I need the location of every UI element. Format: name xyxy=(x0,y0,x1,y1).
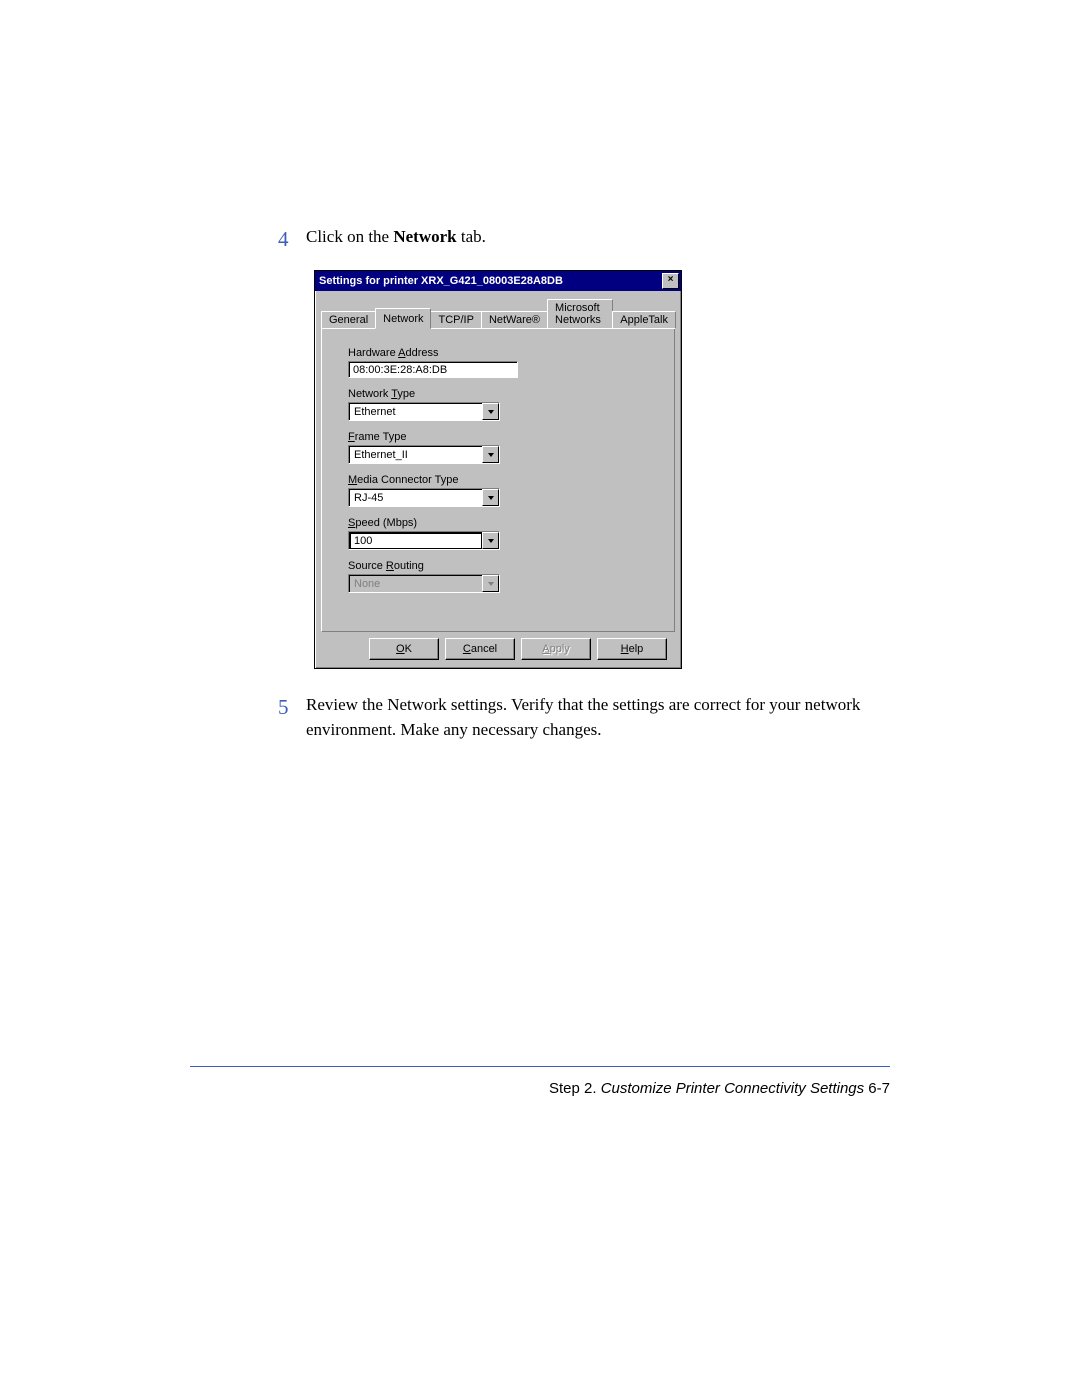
sr-lbl-b: outing xyxy=(394,560,424,572)
speed-label: Speed (Mbps) xyxy=(348,517,658,529)
hw-lbl-b: ddress xyxy=(405,347,438,359)
step4-prefix: Click on the xyxy=(306,227,393,246)
speed-dropdown-button[interactable] xyxy=(482,532,499,549)
media-connector-combo[interactable]: RJ-45 xyxy=(348,488,500,507)
frame-type-dropdown-button[interactable] xyxy=(482,446,499,463)
source-routing-label: Source Routing xyxy=(348,560,658,572)
media-connector-value: RJ-45 xyxy=(349,489,482,506)
settings-dialog: Settings for printer XRX_G421_08003E28A8… xyxy=(314,270,682,669)
tab-strip: General Network TCP/IP NetWare® Microsof… xyxy=(321,297,675,329)
chevron-down-icon xyxy=(488,410,494,414)
chevron-down-icon xyxy=(488,496,494,500)
network-type-group: Network Type Ethernet xyxy=(348,388,658,421)
media-connector-dropdown-button[interactable] xyxy=(482,489,499,506)
cancel-button[interactable]: Cancel xyxy=(445,638,515,660)
network-type-value: Ethernet xyxy=(349,403,482,420)
dialog-title: Settings for printer XRX_G421_08003E28A8… xyxy=(319,275,563,287)
network-type-label: Network Type xyxy=(348,388,658,400)
speed-combo[interactable]: 100 xyxy=(348,531,500,550)
tab-netware[interactable]: NetWare® xyxy=(481,311,548,328)
network-type-combo[interactable]: Ethernet xyxy=(348,402,500,421)
sr-lbl-a: Source xyxy=(348,560,386,572)
hardware-address-input[interactable]: 08:00:3E:28:A8:DB xyxy=(348,361,518,378)
help-u: H xyxy=(621,643,629,655)
sp-lbl-b: peed (Mbps) xyxy=(355,517,417,529)
mc-lbl-b: edia Connector Type xyxy=(357,474,458,486)
tab-general[interactable]: General xyxy=(321,311,376,328)
hardware-address-label: Hardware Address xyxy=(348,347,658,359)
ft-lbl-b: rame Type xyxy=(355,431,407,443)
page-body: 4 Click on the Network tab. Settings for… xyxy=(0,0,1080,743)
ok-s: K xyxy=(405,643,412,655)
nt-lbl-a: Network xyxy=(348,388,391,400)
speed-value: 100 xyxy=(349,532,482,549)
dialog-button-row: OK Cancel Apply Help xyxy=(321,632,675,660)
media-connector-group: Media Connector Type RJ-45 xyxy=(348,474,658,507)
source-routing-combo: None xyxy=(348,574,500,593)
apply-s: pply xyxy=(550,643,570,655)
network-type-dropdown-button[interactable] xyxy=(482,403,499,420)
titlebar: Settings for printer XRX_G421_08003E28A8… xyxy=(315,271,681,291)
speed-group: Speed (Mbps) 100 xyxy=(348,517,658,550)
step-4: 4 Click on the Network tab. xyxy=(278,225,890,254)
step-4-number: 4 xyxy=(278,225,306,254)
frame-type-label: Frame Type xyxy=(348,431,658,443)
tab-network[interactable]: Network xyxy=(375,308,431,329)
step-5-number: 5 xyxy=(278,693,306,722)
close-button[interactable]: × xyxy=(662,273,679,289)
frame-type-combo[interactable]: Ethernet_II xyxy=(348,445,500,464)
mc-lbl-u: M xyxy=(348,474,357,486)
chevron-down-icon xyxy=(488,453,494,457)
help-s: elp xyxy=(629,643,644,655)
help-button[interactable]: Help xyxy=(597,638,667,660)
step4-suffix: tab. xyxy=(457,227,486,246)
step-5-text: Review the Network settings. Verify that… xyxy=(306,693,890,742)
source-routing-value: None xyxy=(349,575,482,592)
nt-lbl-b: ype xyxy=(397,388,415,400)
media-connector-label: Media Connector Type xyxy=(348,474,658,486)
hw-lbl-a: Hardware xyxy=(348,347,398,359)
frame-type-value: Ethernet_II xyxy=(349,446,482,463)
step4-bold: Network xyxy=(393,227,456,246)
ft-lbl-u: F xyxy=(348,431,355,443)
footer-rule xyxy=(190,1066,890,1067)
ok-button[interactable]: OK xyxy=(369,638,439,660)
sr-lbl-u: R xyxy=(386,560,394,572)
source-routing-group: Source Routing None xyxy=(348,560,658,593)
chevron-down-icon xyxy=(488,539,494,543)
cancel-u: C xyxy=(463,643,471,655)
hardware-address-group: Hardware Address 08:00:3E:28:A8:DB xyxy=(348,347,658,378)
apply-u: A xyxy=(542,643,549,655)
step-4-text: Click on the Network tab. xyxy=(306,225,486,250)
footer-italic: Customize Printer Connectivity Settings xyxy=(601,1080,864,1097)
close-icon: × xyxy=(668,274,674,285)
footer-pagenum: 6-7 xyxy=(864,1080,890,1097)
dialog-body: General Network TCP/IP NetWare® Microsof… xyxy=(315,291,681,668)
footer-prefix: Step 2. xyxy=(549,1080,601,1097)
tab-appletalk[interactable]: AppleTalk xyxy=(612,311,676,328)
network-panel: Hardware Address 08:00:3E:28:A8:DB Netwo… xyxy=(321,328,675,632)
frame-type-group: Frame Type Ethernet_II xyxy=(348,431,658,464)
cancel-s: ancel xyxy=(471,643,497,655)
tab-microsoft-networks[interactable]: Microsoft Networks xyxy=(547,299,613,328)
tab-tcpip[interactable]: TCP/IP xyxy=(430,311,481,328)
source-routing-dropdown-button xyxy=(482,575,499,592)
apply-button: Apply xyxy=(521,638,591,660)
chevron-down-icon xyxy=(488,582,494,586)
step-5: 5 Review the Network settings. Verify th… xyxy=(278,693,890,742)
footer-text: Step 2. Customize Printer Connectivity S… xyxy=(549,1080,890,1097)
ok-u: O xyxy=(396,643,405,655)
